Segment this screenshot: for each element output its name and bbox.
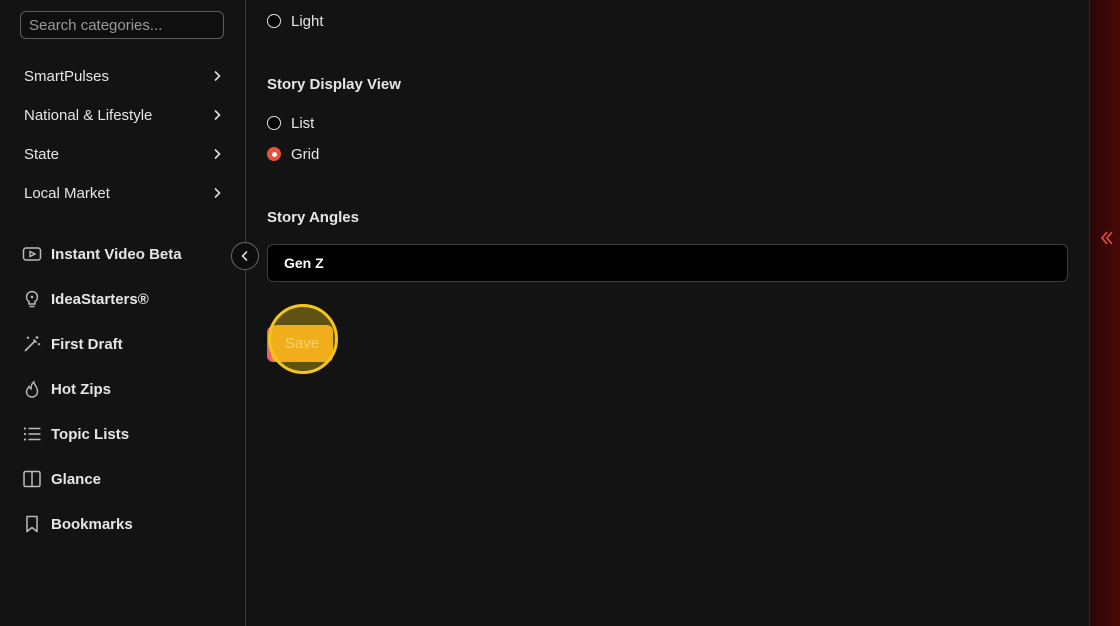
- category-label: National & Lifestyle: [24, 106, 153, 124]
- columns-icon: [22, 469, 42, 489]
- story-angle-field[interactable]: Gen Z: [267, 244, 1068, 282]
- category-label: Local Market: [24, 184, 110, 202]
- nav-label: Instant Video Beta: [51, 245, 182, 263]
- category-national-lifestyle[interactable]: National & Lifestyle: [24, 102, 224, 128]
- nav-label: Glance: [51, 470, 102, 488]
- list-icon: [22, 424, 42, 444]
- category-label: State: [24, 145, 60, 163]
- settings-panel: Light Story Display View List Grid Story…: [246, 0, 1089, 626]
- nav-label: Bookmarks: [51, 515, 133, 533]
- sidebar: SmartPulses National & Lifestyle State L…: [0, 0, 246, 626]
- lightbulb-icon: [22, 289, 42, 309]
- radio-button[interactable]: [267, 14, 281, 28]
- story-angle-value: Gen Z: [284, 255, 324, 271]
- chevron-right-icon: [210, 108, 224, 122]
- nav-hot-zips[interactable]: Hot Zips: [22, 376, 111, 402]
- chevron-right-icon: [210, 69, 224, 83]
- save-area: Save: [267, 304, 339, 377]
- story-angles-title: Story Angles: [267, 209, 359, 226]
- click-highlight-indicator: [268, 304, 338, 374]
- nav-label: Topic Lists: [51, 425, 130, 443]
- video-icon: [22, 244, 42, 264]
- radio-button[interactable]: [267, 116, 281, 130]
- flame-icon: [22, 379, 42, 399]
- nav-label: Hot Zips: [51, 380, 111, 398]
- nav-topic-lists[interactable]: Topic Lists: [22, 421, 129, 447]
- nav-ideastarters[interactable]: IdeaStarters®: [22, 286, 149, 312]
- search-categories-input[interactable]: [20, 11, 224, 39]
- category-label: SmartPulses: [24, 67, 110, 85]
- right-collapsed-panel: [1089, 0, 1120, 626]
- magic-wand-icon: [22, 334, 42, 354]
- double-chevron-left-icon[interactable]: [1098, 229, 1116, 247]
- radio-label: List: [291, 114, 315, 132]
- nav-glance[interactable]: Glance: [22, 466, 101, 492]
- radio-label: Light: [291, 12, 324, 30]
- chevron-right-icon: [210, 147, 224, 161]
- chevron-right-icon: [210, 186, 224, 200]
- category-smartpulses[interactable]: SmartPulses: [24, 63, 224, 89]
- nav-instant-video[interactable]: Instant Video Beta: [22, 241, 182, 267]
- nav-label: IdeaStarters®: [51, 290, 149, 308]
- nav-first-draft[interactable]: First Draft: [22, 331, 123, 357]
- display-option-list[interactable]: List: [267, 112, 314, 134]
- category-local-market[interactable]: Local Market: [24, 180, 224, 206]
- theme-option-light[interactable]: Light: [267, 10, 324, 32]
- nav-bookmarks[interactable]: Bookmarks: [22, 511, 133, 537]
- category-state[interactable]: State: [24, 141, 224, 167]
- nav-label: First Draft: [51, 335, 123, 353]
- radio-button-selected[interactable]: [267, 147, 281, 161]
- display-option-grid[interactable]: Grid: [267, 143, 319, 165]
- story-display-view-title: Story Display View: [267, 76, 401, 93]
- bookmark-icon: [22, 514, 42, 534]
- radio-label: Grid: [291, 145, 320, 163]
